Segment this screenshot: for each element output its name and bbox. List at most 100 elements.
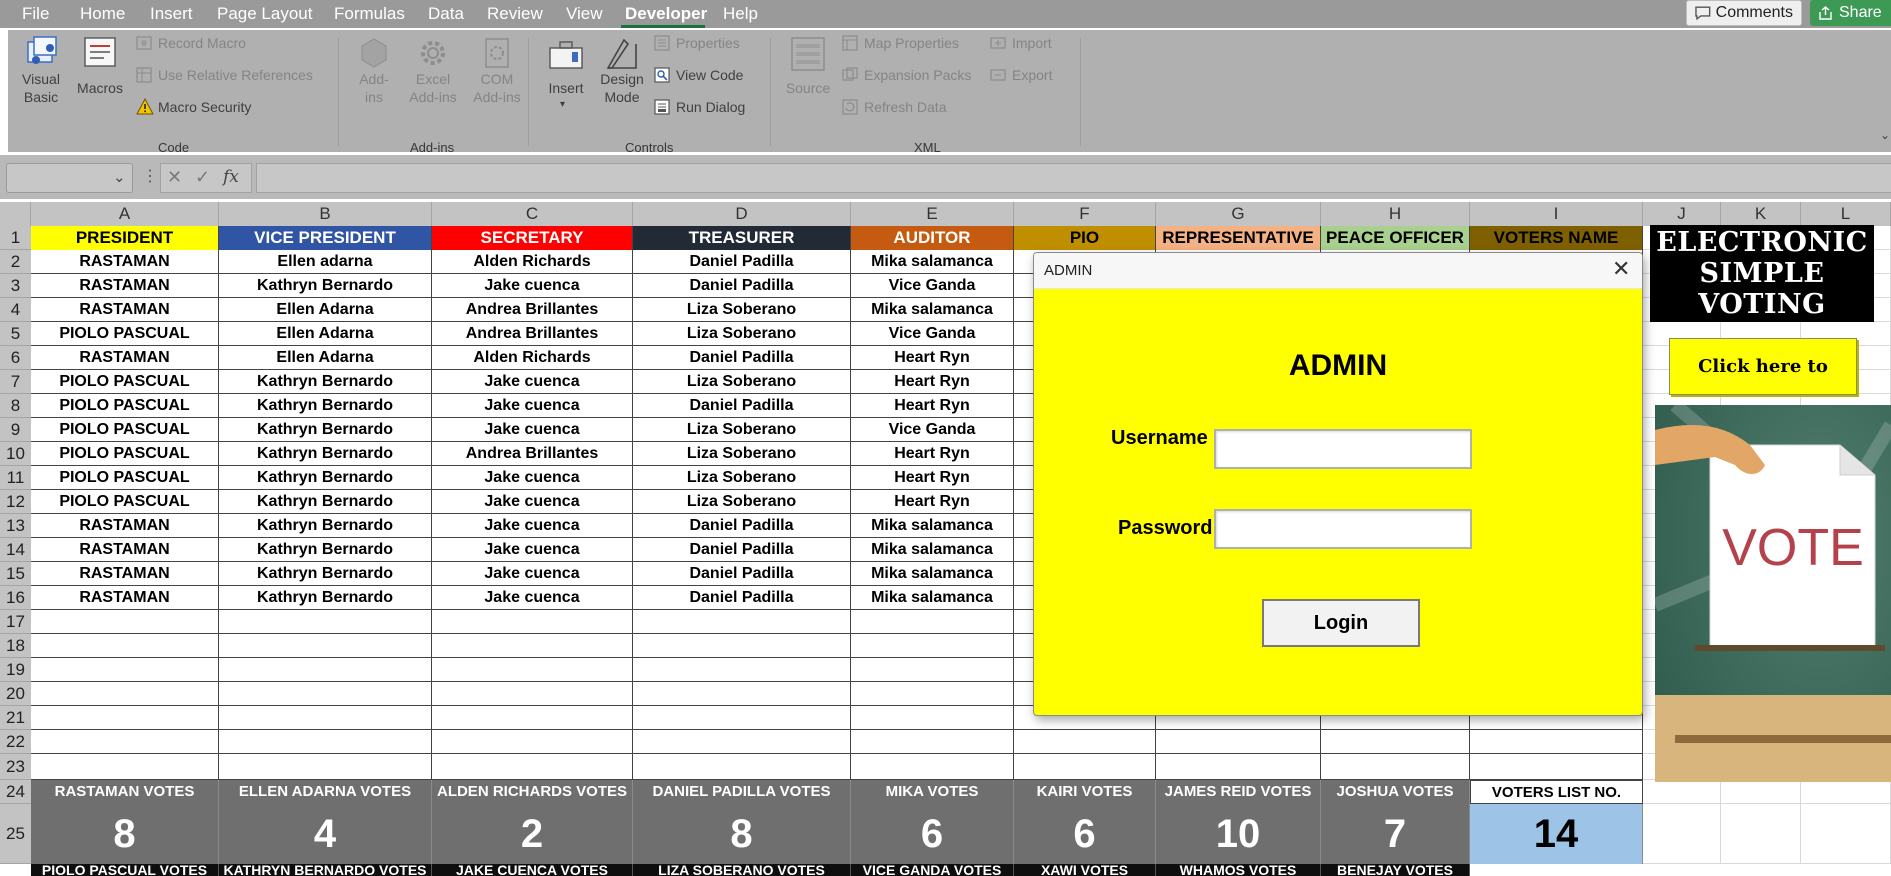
vote-count[interactable]: 6 <box>851 804 1014 864</box>
table-cell[interactable] <box>432 730 633 754</box>
vote-total-label[interactable]: JOSHUA VOTES <box>1321 780 1470 804</box>
menu-data[interactable]: Data <box>428 4 464 24</box>
vote-count[interactable]: 4 <box>219 804 432 864</box>
close-icon[interactable]: ✕ <box>1612 258 1630 280</box>
table-cell[interactable]: Ellen Adarna <box>219 322 432 346</box>
table-cell[interactable] <box>1643 780 1721 804</box>
properties-button[interactable]: Properties <box>654 33 784 53</box>
table-cell[interactable]: Daniel Padilla <box>633 538 851 562</box>
cancel-icon[interactable]: ✕ <box>167 167 182 188</box>
table-cell[interactable] <box>1321 730 1470 754</box>
table-cell[interactable] <box>1014 730 1156 754</box>
table-cell[interactable] <box>219 730 432 754</box>
row-header-11[interactable]: 11 <box>0 466 31 490</box>
table-cell[interactable]: Mika salamanca <box>851 586 1014 610</box>
column-header-f[interactable]: F <box>1014 202 1156 226</box>
more-options-icon[interactable]: ⋮ <box>142 166 158 186</box>
row-header-3[interactable]: 3 <box>0 274 31 298</box>
table-cell[interactable]: Liza Soberano <box>633 490 851 514</box>
visual-basic-button[interactable]: Visual Basic <box>18 32 64 105</box>
table-cell[interactable]: Liza Soberano <box>633 298 851 322</box>
select-all-corner[interactable] <box>0 202 31 226</box>
table-cell[interactable] <box>851 610 1014 634</box>
table-cell[interactable] <box>633 730 851 754</box>
column-title[interactable]: SECRETARY <box>432 226 633 250</box>
table-cell[interactable] <box>1156 730 1321 754</box>
run-dialog-button[interactable]: Run Dialog <box>654 97 784 117</box>
username-input[interactable] <box>1214 429 1472 469</box>
column-title[interactable]: AUDITOR <box>851 226 1014 250</box>
column-header-e[interactable]: E <box>851 202 1014 226</box>
table-cell[interactable]: Mika salamanca <box>851 298 1014 322</box>
table-cell[interactable]: Jake cuenca <box>432 586 633 610</box>
column-title[interactable]: PEACE OFFICER <box>1321 226 1470 250</box>
table-cell[interactable] <box>851 658 1014 682</box>
add-ins-button[interactable]: Add-ins <box>353 32 395 122</box>
vote-total-label[interactable]: JAKE CUENCA VOTES <box>432 864 633 876</box>
table-cell[interactable] <box>1721 780 1801 804</box>
column-header-d[interactable]: D <box>633 202 851 226</box>
table-cell[interactable]: PIOLO PASCUAL <box>31 466 219 490</box>
table-cell[interactable]: Kathryn Bernardo <box>219 466 432 490</box>
column-header-g[interactable]: G <box>1156 202 1321 226</box>
row-header-12[interactable]: 12 <box>0 490 31 514</box>
table-cell[interactable] <box>432 658 633 682</box>
chevron-down-icon[interactable]: ⌄ <box>113 168 126 186</box>
table-cell[interactable]: Jake cuenca <box>432 394 633 418</box>
table-cell[interactable] <box>219 610 432 634</box>
menu-page-layout[interactable]: Page Layout <box>217 4 312 24</box>
table-cell[interactable]: RASTAMAN <box>31 346 219 370</box>
table-cell[interactable]: Liza Soberano <box>633 442 851 466</box>
vote-total-label[interactable]: KATHRYN BERNARDO VOTES <box>219 864 432 876</box>
table-cell[interactable] <box>432 682 633 706</box>
column-header-h[interactable]: H <box>1321 202 1470 226</box>
table-cell[interactable]: RASTAMAN <box>31 274 219 298</box>
password-input[interactable] <box>1214 509 1472 549</box>
table-cell[interactable]: Jake cuenca <box>432 274 633 298</box>
column-title[interactable]: VICE PRESIDENT <box>219 226 432 250</box>
column-header-a[interactable]: A <box>31 202 219 226</box>
table-cell[interactable]: Heart Ryn <box>851 442 1014 466</box>
menu-review[interactable]: Review <box>487 4 543 24</box>
table-cell[interactable]: Daniel Padilla <box>633 250 851 274</box>
menu-insert[interactable]: Insert <box>150 4 193 24</box>
vote-total-label[interactable]: PIOLO PASCUAL VOTES <box>31 864 219 876</box>
column-header-i[interactable]: I <box>1470 202 1643 226</box>
table-cell[interactable] <box>633 754 851 780</box>
vote-total-label[interactable]: XAWI VOTES <box>1014 864 1156 876</box>
table-cell[interactable]: Vice Ganda <box>851 274 1014 298</box>
expansion-packs-button[interactable]: Expansion Packs <box>842 65 992 85</box>
table-cell[interactable]: Kathryn Bernardo <box>219 586 432 610</box>
table-cell[interactable]: Kathryn Bernardo <box>219 490 432 514</box>
table-cell[interactable] <box>432 634 633 658</box>
vote-total-label[interactable]: KAIRI VOTES <box>1014 780 1156 804</box>
vote-count[interactable]: 2 <box>432 804 633 864</box>
vote-total-label[interactable]: DANIEL PADILLA VOTES <box>633 780 851 804</box>
formula-input[interactable] <box>256 163 1891 193</box>
table-cell[interactable]: Heart Ryn <box>851 370 1014 394</box>
table-cell[interactable] <box>633 658 851 682</box>
column-title[interactable]: TREASURER <box>633 226 851 250</box>
excel-add-ins-button[interactable]: Excel Add-ins <box>404 32 462 122</box>
row-header-23[interactable]: 23 <box>0 754 31 780</box>
table-cell[interactable]: RASTAMAN <box>31 514 219 538</box>
table-cell[interactable]: Kathryn Bernardo <box>219 370 432 394</box>
table-cell[interactable] <box>851 754 1014 780</box>
table-cell[interactable] <box>1321 754 1470 780</box>
export-button[interactable]: Export <box>990 65 1070 85</box>
table-cell[interactable]: PIOLO PASCUAL <box>31 394 219 418</box>
row-header-9[interactable]: 9 <box>0 418 31 442</box>
row-header-20[interactable]: 20 <box>0 682 31 706</box>
record-macro-button[interactable]: Record Macro <box>136 33 286 53</box>
row-header-18[interactable]: 18 <box>0 634 31 658</box>
row-header-15[interactable]: 15 <box>0 562 31 586</box>
comments-button[interactable]: Comments <box>1686 0 1802 26</box>
table-cell[interactable] <box>31 706 219 730</box>
table-cell[interactable] <box>31 610 219 634</box>
table-cell[interactable]: Kathryn Bernardo <box>219 538 432 562</box>
vote-total-label[interactable]: WHAMOS VOTES <box>1156 864 1321 876</box>
table-cell[interactable] <box>633 706 851 730</box>
table-cell[interactable]: PIOLO PASCUAL <box>31 442 219 466</box>
table-cell[interactable]: Daniel Padilla <box>633 514 851 538</box>
table-cell[interactable]: Kathryn Bernardo <box>219 514 432 538</box>
